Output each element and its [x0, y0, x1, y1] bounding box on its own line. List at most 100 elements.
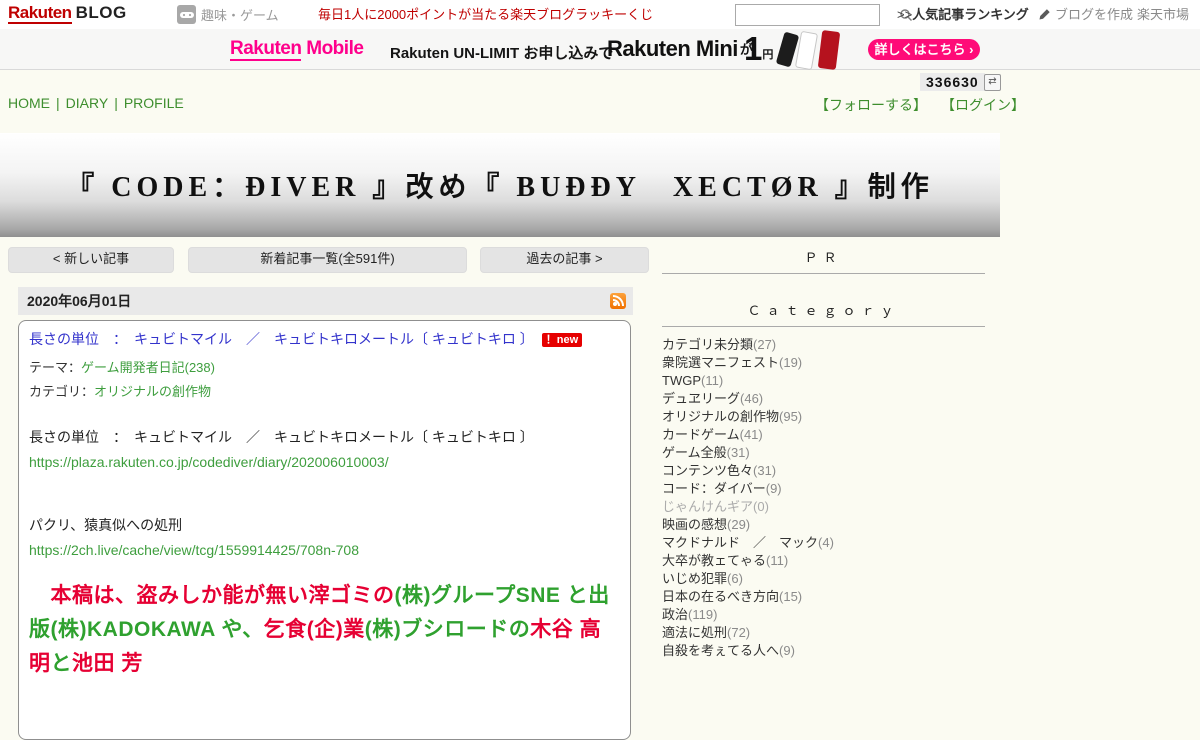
- category-item[interactable]: カテゴリ未分類(27): [662, 336, 985, 354]
- price-digit: 1: [744, 30, 763, 67]
- follow-login-row: 【フォローする】 【ログイン】: [815, 95, 1025, 115]
- create-blog-link[interactable]: ブログを作成: [1038, 0, 1133, 29]
- category-item-count: (9): [765, 481, 782, 496]
- blog-title: 『 CODE：ĐIVER 』改め『 BUĐĐY XECTØR 』制作: [66, 172, 934, 203]
- category-item-count: (11): [766, 553, 789, 568]
- counter-reload-icon[interactable]: ⇄: [984, 74, 1001, 91]
- rakuten-mobile-word1: Rakuten: [230, 38, 302, 61]
- category-item-count: (11): [701, 373, 724, 388]
- nav-home-link[interactable]: HOME: [8, 95, 50, 111]
- top-bar: Rakuten BLOG 趣味・ゲーム 毎日1人に2000ポイントが当たる楽天ブロ…: [0, 0, 1200, 30]
- rss-icon[interactable]: [610, 293, 626, 309]
- entry-body-link-1[interactable]: https://plaza.rakuten.co.jp/codediver/di…: [29, 454, 389, 470]
- search-box: [735, 4, 912, 26]
- genre-label: 趣味・ゲーム: [201, 8, 279, 23]
- big-text-segment: と: [50, 652, 72, 675]
- category-item-count: (27): [753, 337, 777, 352]
- category-item[interactable]: 日本の在るべき方向(15): [662, 588, 985, 606]
- category-item[interactable]: いじめ犯罪(6): [662, 570, 985, 588]
- ad-price: 1円: [744, 30, 773, 68]
- sidebar: ＰＲ Ｃａｔｅｇｏｒｙ カテゴリ未分類(27) 衆院選マニフェスト(19) TWGP…: [662, 247, 985, 660]
- entry-body-heading: 長さの単位 ： キュビトマイル ／ キュビトキロメートル〔 キュビトキロ 〕: [29, 429, 534, 445]
- category-item[interactable]: じゃんけんギア(0): [662, 498, 985, 516]
- price-unit: 円: [762, 49, 774, 61]
- category-item-count: (41): [739, 427, 763, 442]
- category-item-count: (46): [740, 391, 764, 406]
- category-item[interactable]: デュヱリーグ(46): [662, 390, 985, 408]
- big-text-segment: 本稿は、盗みしか能が無い滓ゴミの: [29, 584, 395, 607]
- theme-label: テーマ：: [29, 360, 82, 375]
- search-input[interactable]: [736, 7, 899, 23]
- category-item-count: (95): [779, 409, 803, 424]
- category-item[interactable]: 大卒が教ェてゃる(11): [662, 552, 985, 570]
- create-blog-label: ブログを作成: [1055, 7, 1134, 22]
- login-button[interactable]: 【ログイン】: [941, 97, 1025, 113]
- ranking-label: 人気記事ランキング: [912, 7, 1029, 22]
- category-item[interactable]: マクドナルド ／ マック(4): [662, 534, 985, 552]
- rakuten-mobile-word2: Mobile: [306, 38, 364, 59]
- category-item[interactable]: コード：ダイバー(9): [662, 480, 985, 498]
- entry-category-link[interactable]: オリジナルの創作物: [94, 384, 211, 399]
- popular-articles-ranking-link[interactable]: >>人気記事ランキング: [897, 0, 1029, 29]
- category-item[interactable]: オリジナルの創作物(95): [662, 408, 985, 426]
- category-item[interactable]: 映画の感想(29): [662, 516, 985, 534]
- lucky-lottery-promo-link[interactable]: 毎日1人に2000ポイントが当たる楽天ブログラッキーくじ: [318, 0, 653, 29]
- entry-title-link[interactable]: 長さの単位 ： キュビトマイル ／ キュビトキロメートル〔 キュビトキロ 〕: [29, 331, 534, 347]
- category-item-label: いじめ犯罪: [662, 571, 728, 586]
- theme-link[interactable]: ゲーム開発者日記(238): [81, 360, 215, 375]
- ad-cta-button[interactable]: 詳しくはこちら ›: [868, 39, 980, 60]
- category-item-label: コンテンツ色々: [662, 463, 754, 478]
- category-item-label: 自殺を考ぇてる人へ: [662, 643, 780, 658]
- category-item-label: TWGP: [662, 373, 701, 388]
- category-item[interactable]: ゲーム全般(31): [662, 444, 985, 462]
- pr-heading: ＰＲ: [662, 247, 985, 274]
- category-item-label: じゃんけんギア: [662, 499, 754, 514]
- genre-link[interactable]: 趣味・ゲーム: [177, 5, 279, 24]
- rakuten-mobile-ad-banner[interactable]: Rakuten Mobile Rakuten UN-LIMIT お申し込みで R…: [0, 29, 1200, 71]
- category-item-count: (15): [779, 589, 803, 604]
- category-item-count: (19): [779, 355, 803, 370]
- entry-theme-row: テーマ：ゲーム開発者日記(238): [29, 357, 620, 376]
- nav-diary-link[interactable]: DIARY: [66, 95, 109, 111]
- category-item[interactable]: TWGP(11): [662, 372, 985, 390]
- category-item[interactable]: 適法に処刑(72): [662, 624, 985, 642]
- category-item-count: (31): [726, 445, 750, 460]
- rakuten-ichiba-link[interactable]: 楽天市場: [1137, 0, 1189, 29]
- category-item-count: (29): [727, 517, 751, 532]
- category-item-label: 大卒が教ェてゃる: [662, 553, 767, 568]
- category-item[interactable]: カードゲーム(41): [662, 426, 985, 444]
- category-item[interactable]: 衆院選マニフェスト(19): [662, 354, 985, 372]
- big-text-segment: 池田 芳: [72, 652, 143, 675]
- entry-date-bar: 2020年06月01日: [18, 287, 633, 315]
- category-item-count: (9): [779, 643, 795, 658]
- entry-body-link-2[interactable]: https://2ch.live/cache/view/tcg/15599144…: [29, 542, 359, 558]
- category-item-label: 映画の感想: [662, 517, 728, 532]
- category-heading: Ｃａｔｅｇｏｒｙ: [662, 300, 985, 327]
- category-item-label: ゲーム全般: [662, 445, 727, 460]
- category-list: カテゴリ未分類(27) 衆院選マニフェスト(19) TWGP(11) デュヱリーグ(4…: [662, 336, 985, 660]
- category-item-label: カードゲーム: [662, 427, 740, 442]
- nav-profile-link[interactable]: PROFILE: [124, 95, 184, 111]
- entry-archive-button[interactable]: 新着記事一覧(全591件): [188, 247, 467, 273]
- newer-entries-button[interactable]: < 新しい記事: [8, 247, 174, 273]
- entry-body-line-2: パクリ、猿真似への処刑: [29, 517, 183, 533]
- rakuten-mobile-logo: Rakuten Mobile: [230, 38, 364, 61]
- category-label: カテゴリ：: [29, 384, 95, 399]
- category-item-count: (72): [727, 625, 751, 640]
- access-counter: 336630: [920, 73, 985, 91]
- nav-separator: |: [114, 95, 118, 111]
- blog-wordmark: BLOG: [75, 3, 127, 22]
- new-badge: ！new: [541, 333, 583, 347]
- category-item-label: 日本の在るべき方向: [662, 589, 780, 604]
- category-item-label: 政治: [662, 607, 689, 622]
- follow-button[interactable]: 【フォローする】: [815, 97, 927, 113]
- category-item[interactable]: コンテンツ色々(31): [662, 462, 985, 480]
- category-item-label: 適法に処刑: [662, 625, 728, 640]
- category-item[interactable]: 政治(119): [662, 606, 985, 624]
- category-item[interactable]: 自殺を考ぇてる人へ(9): [662, 642, 985, 660]
- older-entries-button[interactable]: 過去の記事 >: [480, 247, 649, 273]
- ranking-prefix: >>: [897, 7, 913, 22]
- rakuten-wordmark: Rakuten: [8, 3, 72, 24]
- entry-box: 長さの単位 ： キュビトマイル ／ キュビトキロメートル〔 キュビトキロ 〕 ！n…: [18, 320, 631, 740]
- rakuten-blog-logo[interactable]: Rakuten BLOG: [8, 3, 127, 24]
